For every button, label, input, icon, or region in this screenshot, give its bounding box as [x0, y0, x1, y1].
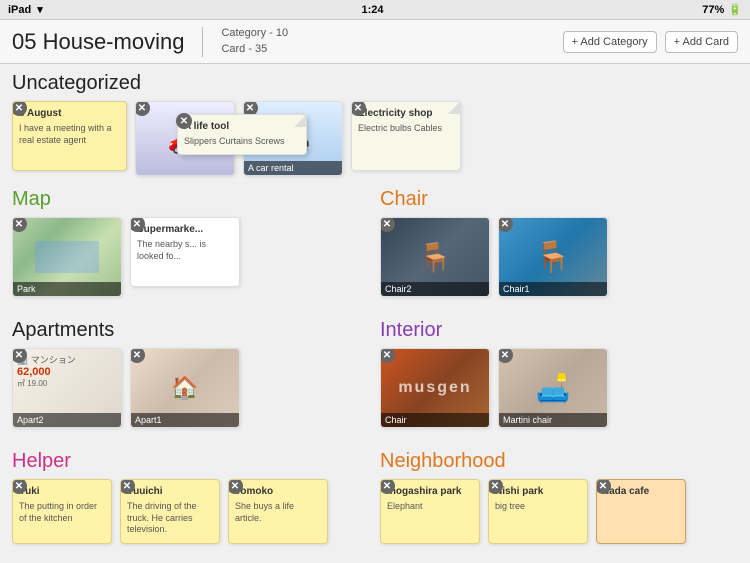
neighborhood-cards: Inogashira park Elephant Nishi park big … [380, 479, 738, 544]
page-title: 05 House-moving [12, 29, 184, 55]
yuki-body: The putting in order of the kitchen [19, 501, 105, 524]
section-map: Map Park Supermarke... The nearby s... i… [12, 188, 370, 297]
card-apart1[interactable]: 🏠 Apart1 [130, 348, 240, 428]
section-apartments: Apartments 🏢 マンション 62,000 ㎡ 19.00 Apart2… [12, 319, 370, 428]
floating-card-lifetool[interactable]: A life tool Slippers Curtains Screws [177, 114, 307, 155]
nishi-body: big tree [495, 501, 581, 513]
section-neighborhood: Neighborhood Inogashira park Elephant Ni… [380, 450, 738, 544]
helper-cards: Yuki The putting in order of the kitchen… [12, 479, 370, 544]
yuuichi-title: Yuuichi [127, 486, 213, 497]
add-category-button[interactable]: + Add Category [563, 31, 657, 53]
card-tomoko[interactable]: Tomoko She buys a life article. [228, 479, 328, 544]
add-card-button[interactable]: + Add Card [665, 31, 738, 53]
card-nishi[interactable]: Nishi park big tree [488, 479, 588, 544]
header-divider [202, 27, 203, 57]
martini-label: Martini chair [499, 413, 607, 427]
yuuichi-body: The driving of the truck. He carries tel… [127, 501, 213, 536]
tomoko-title: Tomoko [235, 486, 321, 497]
app-header: 05 House-moving Category - 10 Card - 35 … [0, 20, 750, 64]
section-helper: Helper Yuki The putting in order of the … [12, 450, 370, 544]
status-bar: iPad ▾ 1:24 77% 🔋 [0, 0, 750, 20]
card-body-electricity: Electric bulbs Cables [358, 123, 454, 135]
section-uncategorized: Uncategorized 8 August I have a meeting … [12, 72, 738, 176]
header-meta: Category - 10 Card - 35 [221, 26, 288, 57]
status-right: 77% 🔋 [702, 3, 742, 16]
card-yuki[interactable]: Yuki The putting in order of the kitchen [12, 479, 112, 544]
section-title-helper: Helper [12, 450, 370, 473]
chair1-label: Chair1 [499, 282, 607, 296]
close-lifetool[interactable] [176, 113, 192, 129]
section-title-apartments: Apartments [12, 319, 370, 342]
card-apart2[interactable]: 🏢 マンション 62,000 ㎡ 19.00 Apart2 [12, 348, 122, 428]
interior-cards: musgen Chair 🛋️ Martini chair [380, 348, 738, 428]
supermarket-body: The nearby s... is looked fo... [137, 239, 233, 262]
section-title-interior: Interior [380, 319, 738, 342]
header-actions: + Add Category + Add Card [563, 31, 738, 53]
map-cards: Park Supermarke... The nearby s... is lo… [12, 217, 370, 297]
card-inogashira[interactable]: Inogashira park Elephant [380, 479, 480, 544]
apart1-label: Apart1 [131, 413, 239, 427]
yuki-title: Yuki [19, 486, 105, 497]
category-count: Category - 10 [221, 26, 288, 41]
wifi-icon: ▾ [37, 3, 43, 16]
lifetool-body: Slippers Curtains Screws [184, 136, 300, 148]
card-title-electricity: Electricity shop [358, 108, 454, 119]
device-name: iPad [8, 4, 31, 16]
chair2-label: Chair2 [381, 282, 489, 296]
card-body-8august: I have a meeting with a real estate agen… [19, 123, 120, 146]
card-dada[interactable]: dada cafe [596, 479, 686, 544]
section-title-chair: Chair [380, 188, 738, 211]
section-title-uncategorized: Uncategorized [12, 72, 738, 95]
tomoko-body: She buys a life article. [235, 501, 321, 524]
card-interior-chair[interactable]: musgen Chair [380, 348, 490, 428]
card-8august[interactable]: 8 August I have a meeting with a real es… [12, 101, 127, 171]
inogashira-body: Elephant [387, 501, 473, 513]
status-left: iPad ▾ [8, 3, 43, 16]
card-title-8august: 8 August [19, 108, 120, 119]
status-time: 1:24 [362, 4, 384, 16]
card-yuuichi[interactable]: Yuuichi The driving of the truck. He car… [120, 479, 220, 544]
battery-icon: 🔋 [728, 3, 742, 16]
card-map-park[interactable]: Park [12, 217, 122, 297]
uncategorized-cards: 8 August I have a meeting with a real es… [12, 101, 738, 176]
section-interior: Interior musgen Chair 🛋️ Martini chair [380, 319, 738, 428]
sections-grid: Map Park Supermarke... The nearby s... i… [12, 188, 738, 556]
section-title-map: Map [12, 188, 370, 211]
apartments-cards: 🏢 マンション 62,000 ㎡ 19.00 Apart2 🏠 Apart1 [12, 348, 370, 428]
inogashira-title: Inogashira park [387, 486, 473, 497]
card-chair1[interactable]: 🪑 Chair1 [498, 217, 608, 297]
map-park-label: Park [13, 282, 121, 296]
lifetool-title: A life tool [184, 121, 300, 132]
card-chair2[interactable]: 🪑 Chair2 [380, 217, 490, 297]
nishi-title: Nishi park [495, 486, 581, 497]
car-rental-label: A car rental [244, 161, 342, 175]
card-count: Card - 35 [221, 42, 288, 57]
section-title-neighborhood: Neighborhood [380, 450, 738, 473]
card-martini[interactable]: 🛋️ Martini chair [498, 348, 608, 428]
supermarket-title: Supermarke... [137, 224, 233, 235]
card-electricity[interactable]: Electricity shop Electric bulbs Cables [351, 101, 461, 171]
battery-level: 77% [702, 4, 724, 16]
card-supermarket[interactable]: Supermarke... The nearby s... is looked … [130, 217, 240, 287]
apart2-label: Apart2 [13, 413, 121, 427]
main-content: Uncategorized 8 August I have a meeting … [0, 64, 750, 563]
interior-chair-label: Chair [381, 413, 489, 427]
chair-cards: 🪑 Chair2 🪑 Chair1 [380, 217, 738, 297]
section-chair: Chair 🪑 Chair2 🪑 Chair1 [380, 188, 738, 297]
dada-title: dada cafe [603, 486, 679, 497]
